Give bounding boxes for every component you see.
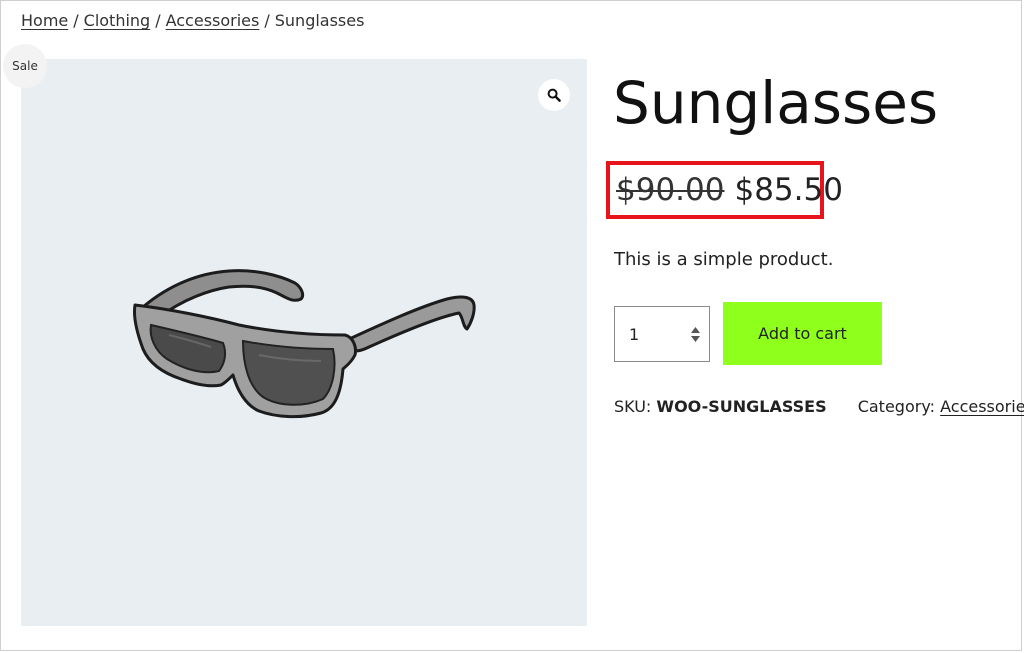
sku-label: SKU: (614, 397, 652, 416)
add-to-cart-button[interactable]: Add to cart (723, 302, 882, 365)
category-link-accessories[interactable]: Accessories (940, 397, 1024, 416)
sku-value: WOO-SUNGLASSES (656, 397, 827, 416)
breadcrumb-link-accessories[interactable]: Accessories (166, 11, 260, 30)
stepper-down-icon[interactable] (690, 335, 700, 342)
sale-price: $85.50 (734, 172, 843, 208)
sunglasses-image[interactable] (129, 263, 479, 419)
magnifier-icon (547, 88, 561, 102)
product-short-description: This is a simple product. (614, 249, 834, 270)
quantity-field[interactable] (614, 306, 710, 362)
quantity-stepper[interactable] (689, 323, 701, 345)
product-title: Sunglasses (613, 69, 939, 137)
breadcrumb: Home / Clothing / Accessories / Sunglasses (21, 9, 364, 33)
regular-price: $90.00 (616, 172, 725, 208)
stepper-up-icon[interactable] (690, 326, 700, 333)
price-highlight: $90.00 $85.50 (606, 161, 843, 219)
product-meta: SKU: WOO-SUNGLASSES Category: Accessorie… (614, 395, 1024, 419)
quantity-input[interactable] (629, 324, 675, 344)
breadcrumb-link-clothing[interactable]: Clothing (84, 11, 151, 30)
breadcrumb-separator: / (73, 11, 79, 30)
sale-badge: Sale (3, 44, 47, 88)
product-page: Home / Clothing / Accessories / Sunglasses Sal… (0, 0, 1024, 651)
breadcrumb-current: Sunglasses (274, 11, 365, 30)
breadcrumb-separator: / (264, 11, 270, 30)
category-label: Category: (857, 397, 936, 416)
zoom-button[interactable] (538, 79, 570, 111)
breadcrumb-separator: / (155, 11, 161, 30)
breadcrumb-link-home[interactable]: Home (21, 11, 68, 30)
